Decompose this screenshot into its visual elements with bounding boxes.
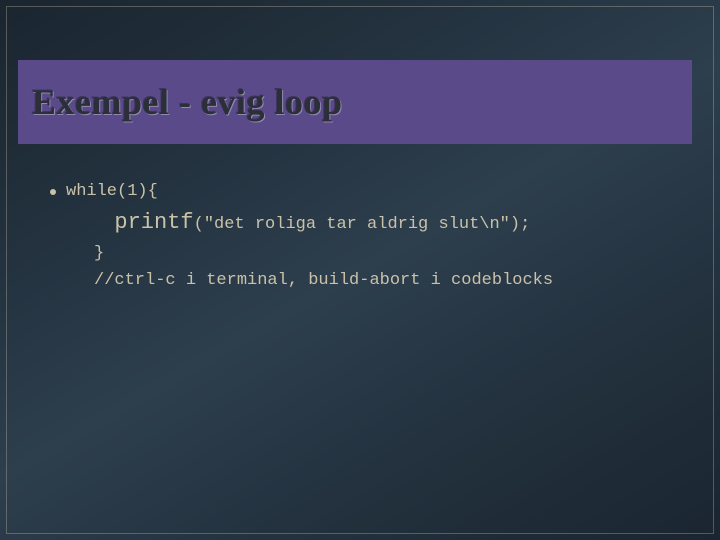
code-comment: //ctrl-c i terminal, build-abort i codeb… [94, 271, 553, 290]
slide-content: while(1){ printf("det roliga tar aldrig … [50, 180, 680, 294]
bullet-row: while(1){ [50, 180, 680, 205]
code-close-brace: } [94, 244, 104, 263]
code-while-line: while(1){ [66, 180, 158, 205]
code-printf-keyword: printf [114, 210, 193, 235]
slide-title: Exempel - evig loop [32, 81, 342, 123]
bullet-icon [50, 189, 56, 195]
code-printf-args: ("det roliga tar aldrig slut\n"); [194, 215, 531, 234]
code-block: printf("det roliga tar aldrig slut\n"); … [94, 205, 680, 295]
title-bar: Exempel - evig loop [18, 60, 692, 144]
